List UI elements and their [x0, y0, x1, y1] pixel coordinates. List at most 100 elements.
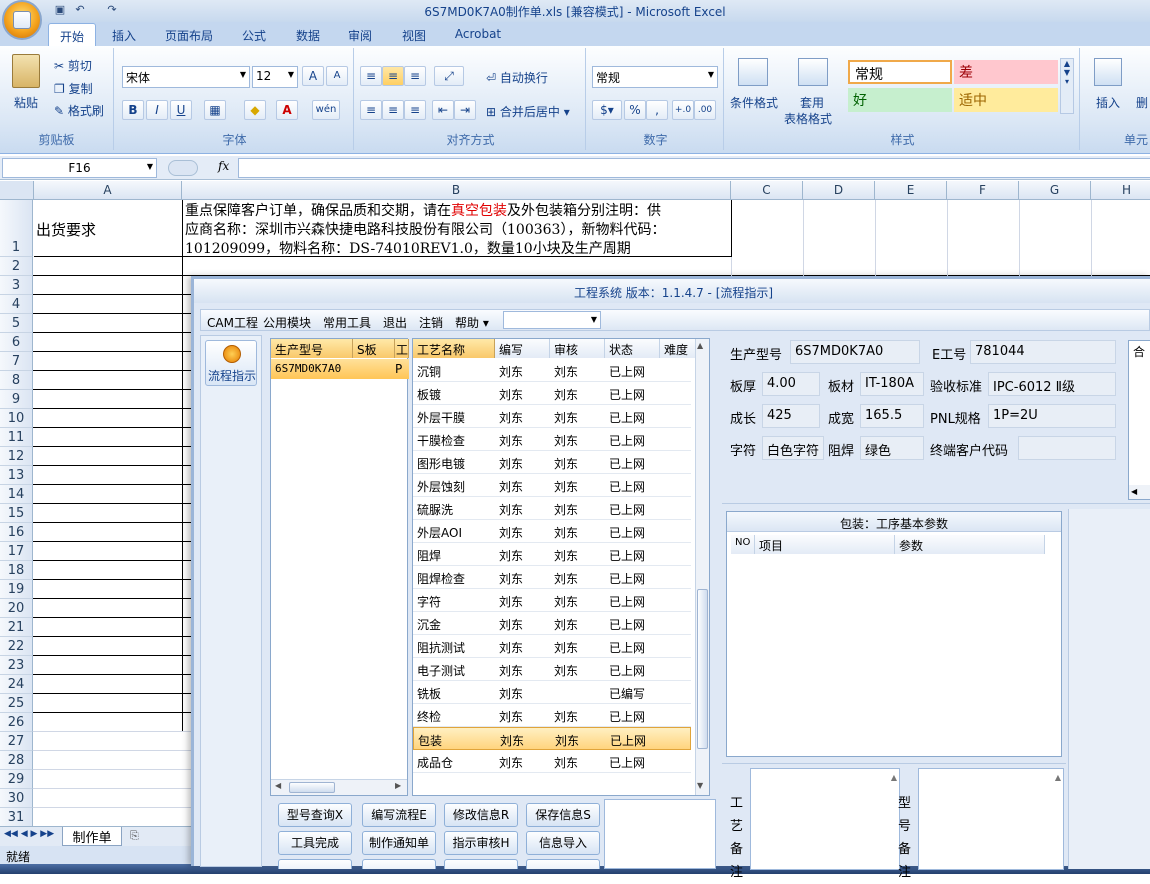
process-row[interactable]: 干膜检查 刘东 刘东 已上网 — [413, 428, 691, 451]
params-col-param[interactable]: 参数 — [895, 535, 1045, 554]
field-mask[interactable]: 绿色 — [860, 436, 924, 460]
table-format-label1[interactable]: 套用 — [800, 94, 824, 111]
merge-center-button[interactable]: ⊞ 合并后居中 ▾ — [486, 103, 570, 120]
process-vscroll[interactable]: ▲ ▼ — [695, 339, 709, 795]
field-pnl[interactable]: 1P=2U — [988, 404, 1116, 428]
row-header[interactable]: 28 — [0, 751, 33, 770]
delete-cells-button[interactable]: 删 — [1136, 94, 1148, 111]
tab-insert[interactable]: 插入 — [104, 27, 144, 44]
menu-tools[interactable]: 常用工具 — [323, 314, 371, 331]
decrease-decimal-button[interactable]: .00 — [694, 100, 716, 120]
menu-help[interactable]: 帮助 ▾ — [455, 314, 489, 331]
field-customer-code[interactable] — [1018, 436, 1116, 460]
process-row[interactable]: 终检 刘东 刘东 已上网 — [413, 704, 691, 727]
style-good[interactable]: 好 — [848, 88, 952, 112]
tab-page-layout[interactable]: 页面布局 — [158, 27, 220, 44]
row-header[interactable]: 23 — [0, 656, 33, 675]
tab-acrobat[interactable]: Acrobat — [448, 27, 508, 41]
modify-info-button[interactable]: 修改信息R — [444, 803, 518, 827]
process-row[interactable]: 成品仓 刘东 刘东 已上网 — [413, 750, 691, 773]
model-query-button[interactable]: 型号查询X — [278, 803, 352, 827]
row-header[interactable]: 30 — [0, 789, 33, 808]
styles-scroll[interactable]: ▲ ▼ ▾ — [1060, 58, 1074, 114]
field-material[interactable]: IT-180A — [860, 372, 924, 396]
row-header[interactable]: 4 — [0, 295, 33, 314]
side-scroll[interactable]: ◀ — [1129, 485, 1150, 499]
table-format-icon[interactable] — [798, 58, 828, 86]
formula-input[interactable] — [238, 158, 1150, 178]
row-header[interactable]: 9 — [0, 390, 33, 409]
process-col-writer[interactable]: 编写 — [495, 339, 550, 358]
select-all-corner[interactable] — [0, 181, 34, 200]
row-header[interactable]: 19 — [0, 580, 33, 599]
product-row[interactable]: 6S7MD0K7A0 P — [271, 359, 409, 379]
params-col-no[interactable]: NO — [731, 535, 755, 554]
grow-font-button[interactable]: A — [302, 66, 324, 86]
save-icon[interactable]: ▣ — [52, 3, 68, 17]
field-length[interactable]: 425 — [762, 404, 820, 428]
menu-dropdown[interactable]: ▼ — [503, 311, 601, 329]
field-eng[interactable]: 781044 — [970, 340, 1116, 364]
row-header[interactable]: 27 — [0, 732, 33, 751]
col-header-a[interactable]: A — [34, 181, 182, 200]
tab-formulas[interactable]: 公式 — [234, 27, 274, 44]
format-painter-button[interactable]: ✎ 格式刷 — [54, 102, 104, 119]
office-button[interactable] — [2, 0, 42, 40]
field-char[interactable]: 白色字符 — [762, 436, 824, 460]
process-row[interactable]: 阻焊检查 刘东 刘东 已上网 — [413, 566, 691, 589]
style-bad[interactable]: 差 — [954, 60, 1058, 84]
sheet-tab-active[interactable]: 制作单 — [62, 827, 122, 846]
row-header[interactable]: 22 — [0, 637, 33, 656]
menu-logout[interactable]: 注销 — [419, 314, 443, 331]
product-col-s[interactable]: S板 — [353, 339, 395, 358]
orientation-icon[interactable]: ⤢ — [434, 66, 464, 86]
col-header-g[interactable]: G — [1019, 181, 1091, 200]
row-header[interactable]: 20 — [0, 599, 33, 618]
process-col-status[interactable]: 状态 — [605, 339, 660, 358]
align-bottom-icon[interactable]: ≡ — [404, 66, 426, 86]
formula-expand-icon[interactable] — [168, 160, 198, 176]
undo-icon[interactable]: ↶ — [72, 3, 88, 17]
row-header[interactable]: 7 — [0, 352, 33, 371]
conditional-format-button[interactable]: 条件格式 — [730, 94, 778, 111]
nav-flow-button[interactable]: 流程指示 — [205, 340, 257, 386]
process-row[interactable]: 外层干膜 刘东 刘东 已上网 — [413, 405, 691, 428]
number-format-select[interactable]: 常规 ▼ — [592, 66, 718, 88]
process-col-name[interactable]: 工艺名称 — [413, 339, 495, 358]
row-header[interactable]: 24 — [0, 675, 33, 694]
row-header[interactable]: 5 — [0, 314, 33, 333]
currency-icon[interactable]: $▾ — [592, 100, 622, 120]
import-info-button[interactable]: 信息导入 — [526, 831, 600, 855]
field-thickness[interactable]: 4.00 — [762, 372, 820, 396]
wrap-text-button[interactable]: ⏎ 自动换行 — [486, 69, 548, 86]
row-header[interactable]: 12 — [0, 447, 33, 466]
process-row[interactable]: 铣板 刘东 已编写 — [413, 681, 691, 704]
increase-indent-icon[interactable]: ⇥ — [454, 100, 476, 120]
field-standard[interactable]: IPC-6012 Ⅱ级 — [988, 372, 1116, 396]
style-normal[interactable]: 常规 — [848, 60, 952, 84]
row-header[interactable]: 25 — [0, 694, 33, 713]
align-center-icon[interactable]: ≡ — [382, 100, 404, 120]
row-header[interactable]: 21 — [0, 618, 33, 637]
row-header[interactable]: 3 — [0, 276, 33, 295]
row-header[interactable]: 29 — [0, 770, 33, 789]
bold-button[interactable]: B — [122, 100, 144, 120]
menu-exit[interactable]: 退出 — [383, 314, 407, 331]
process-row[interactable]: 硫脲洗 刘东 刘东 已上网 — [413, 497, 691, 520]
row-header[interactable]: 6 — [0, 333, 33, 352]
new-sheet-icon[interactable]: ⎘ — [130, 829, 139, 843]
row-header[interactable]: 17 — [0, 542, 33, 561]
phonetic-button[interactable]: wén — [312, 100, 340, 120]
tab-review[interactable]: 审阅 — [340, 27, 380, 44]
tab-data[interactable]: 数据 — [288, 27, 328, 44]
process-row[interactable]: 外层蚀刻 刘东 刘东 已上网 — [413, 474, 691, 497]
redo-icon[interactable]: ↷ — [104, 3, 120, 17]
process-row[interactable]: 沉金 刘东 刘东 已上网 — [413, 612, 691, 635]
make-notice-button[interactable]: 制作通知单 — [362, 831, 436, 855]
cut-button[interactable]: ✂ 剪切 — [54, 57, 92, 74]
font-size-select[interactable]: 12 ▼ — [252, 66, 298, 88]
tab-home[interactable]: 开始 — [48, 23, 96, 46]
border-icon[interactable]: ▦ — [204, 100, 226, 120]
insert-cells-button[interactable]: 插入 — [1096, 94, 1120, 111]
process-row[interactable]: 包装 刘东 刘东 已上网 — [413, 727, 691, 750]
